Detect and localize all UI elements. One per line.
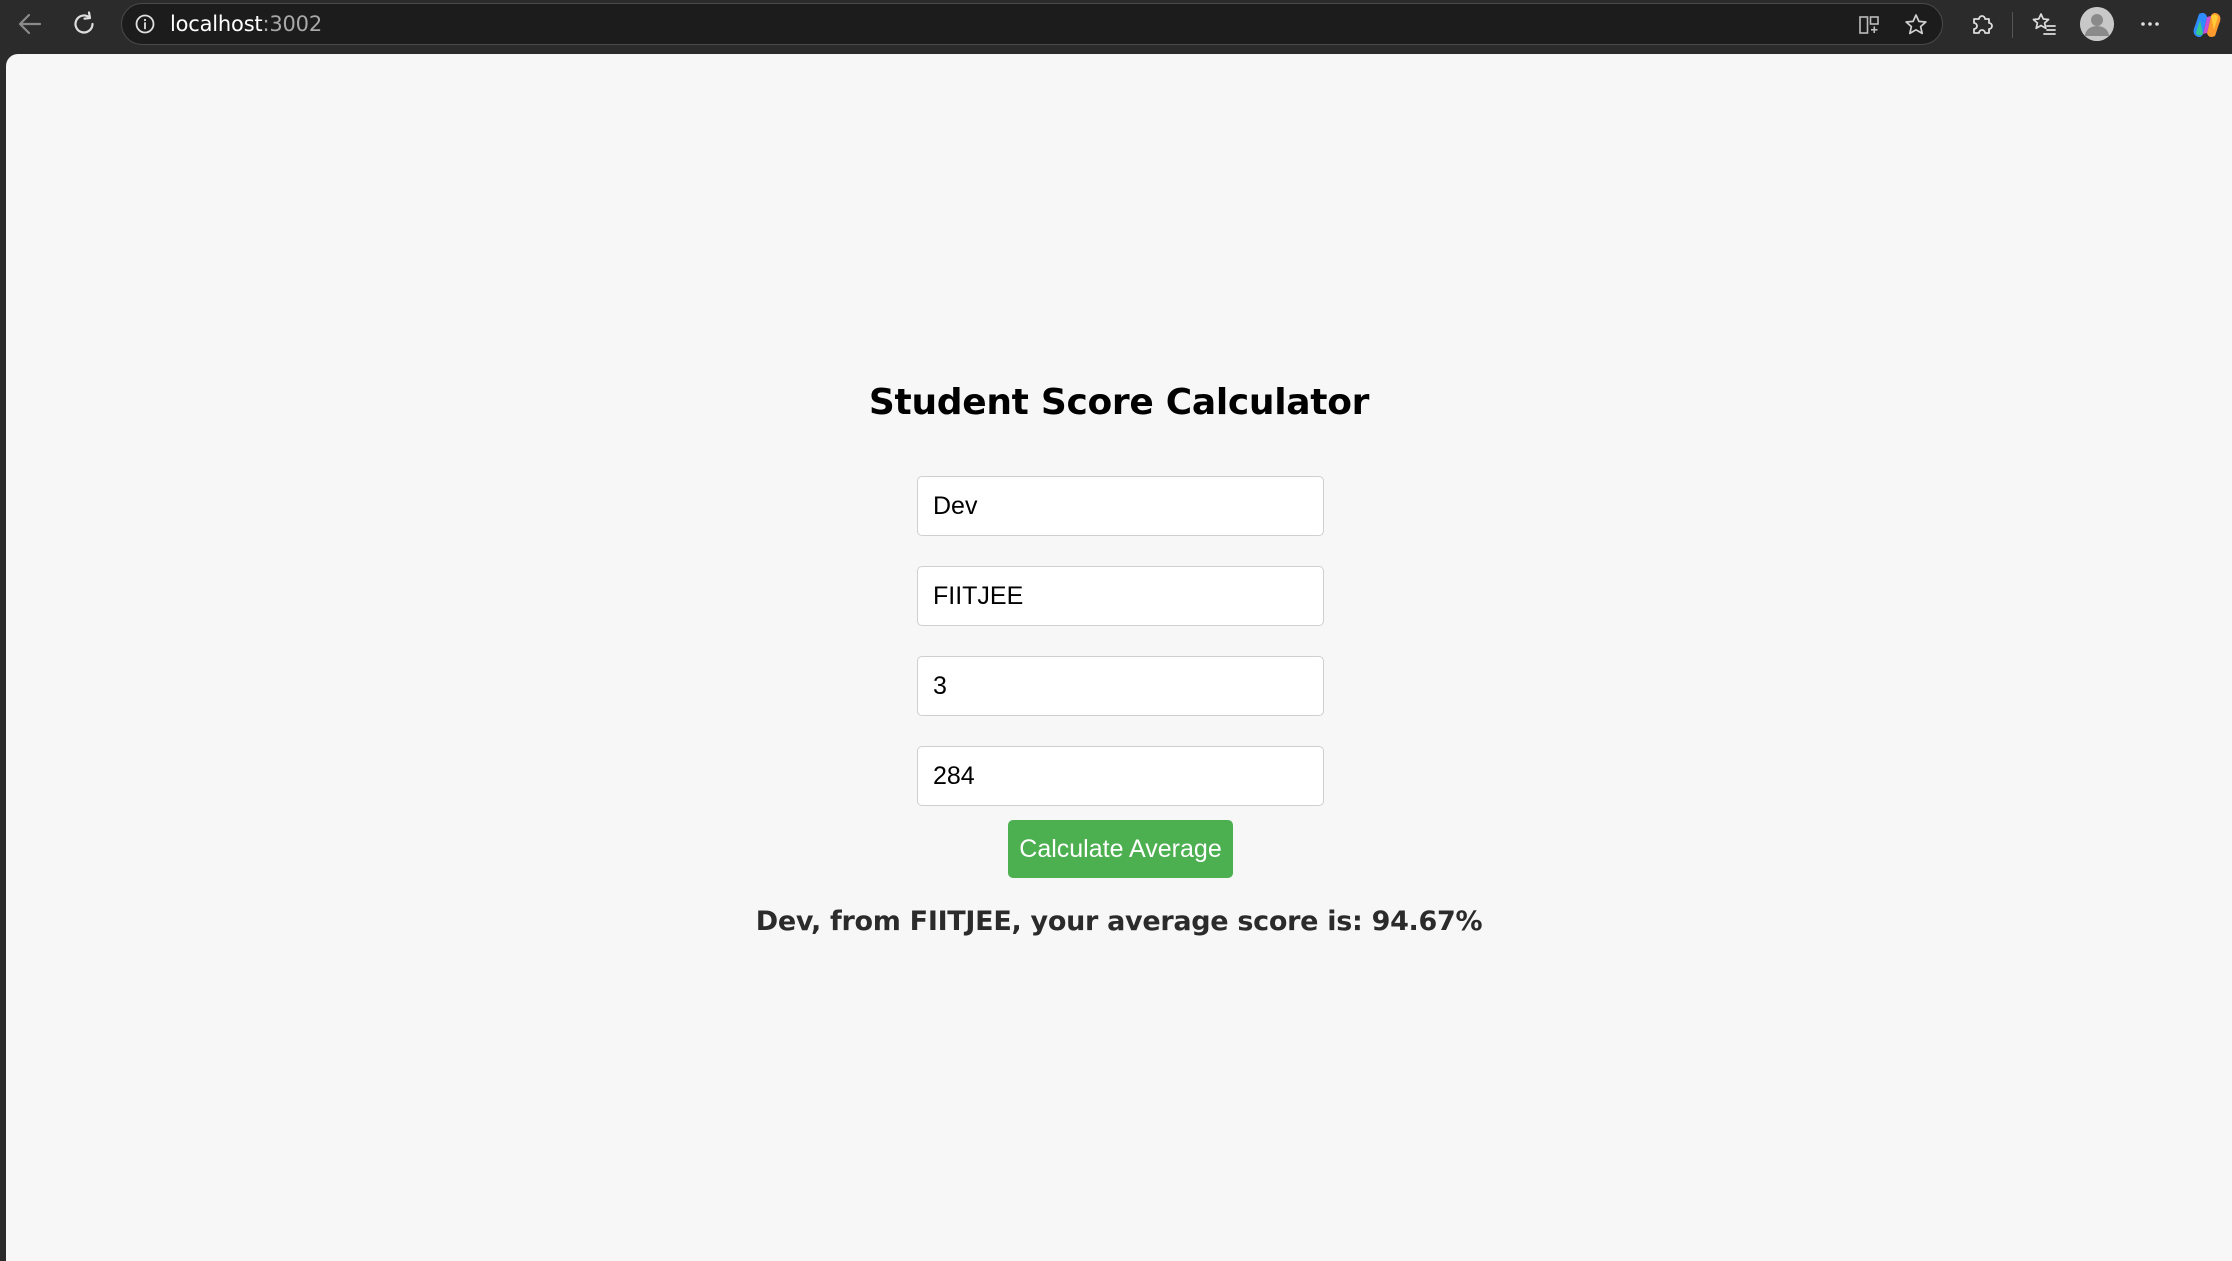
url-port: :3002 <box>262 12 322 36</box>
address-bar[interactable]: localhost:3002 <box>121 3 1943 45</box>
star-icon[interactable] <box>1902 11 1930 39</box>
student-name-input[interactable] <box>917 476 1324 536</box>
copilot-icon[interactable] <box>2190 8 2224 42</box>
split-screen-icon[interactable] <box>1855 11 1883 39</box>
result-text: Dev, from FIITJEE, your average score is… <box>755 906 1483 937</box>
favorites-button[interactable] <box>2024 4 2064 44</box>
total-score-input[interactable] <box>917 746 1324 806</box>
extensions-button[interactable] <box>1962 4 2002 44</box>
calculate-average-button[interactable]: Calculate Average <box>1008 820 1233 878</box>
url-text[interactable]: localhost:3002 <box>170 12 322 36</box>
page-viewport: Student Score Calculator Calculate Avera… <box>6 54 2232 1261</box>
reload-button[interactable] <box>64 4 104 44</box>
avatar[interactable] <box>2080 7 2114 41</box>
reload-icon <box>70 10 98 38</box>
arrow-left-icon <box>16 10 44 38</box>
puzzle-icon <box>1968 10 1996 38</box>
back-button[interactable] <box>10 4 50 44</box>
url-host: localhost <box>170 12 263 36</box>
more-button[interactable] <box>2130 4 2170 44</box>
more-icon <box>2136 10 2164 38</box>
subject-count-input[interactable] <box>917 656 1324 716</box>
info-icon[interactable] <box>134 13 156 35</box>
browser-toolbar: localhost:3002 <box>0 0 2232 54</box>
toolbar-divider <box>2012 12 2013 38</box>
institute-input[interactable] <box>917 566 1324 626</box>
favorites-icon <box>2030 10 2058 38</box>
page-title: Student Score Calculator <box>868 382 1370 423</box>
browser-window: localhost:3002 Student Score Calculator … <box>0 0 2232 1261</box>
